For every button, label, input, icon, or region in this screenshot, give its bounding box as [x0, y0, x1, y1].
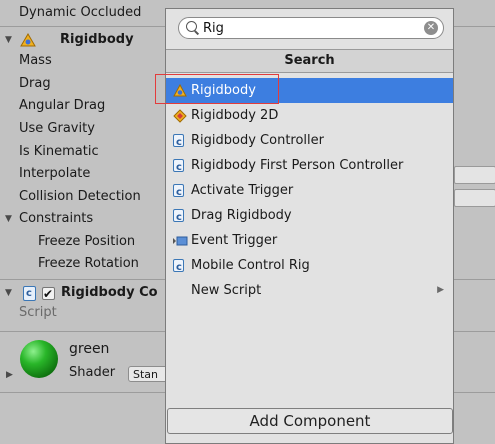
interpolate-dropdown[interactable] — [454, 166, 495, 184]
material-name: green — [69, 341, 110, 357]
result-item-rigidbody-controller[interactable]: Rigidbody Controller — [166, 128, 453, 155]
search-box[interactable]: ✕ — [178, 17, 444, 39]
fold-arrow-icon[interactable]: ▼ — [5, 29, 12, 51]
result-label: Rigidbody 2D — [191, 108, 279, 123]
search-icon — [186, 21, 197, 32]
popup-header: Search — [166, 49, 453, 73]
material-preview-sphere — [20, 340, 58, 378]
result-item-activate-trigger[interactable]: Activate Trigger — [166, 178, 453, 205]
submenu-arrow-icon: ▶ — [437, 285, 444, 295]
add-component-popup: ✕ Search Rigidbody Rigidbody 2D Rigidbod… — [165, 8, 454, 444]
result-label: Event Trigger — [191, 233, 278, 248]
script-icon — [173, 255, 184, 280]
result-label: Rigidbody First Person Controller — [191, 158, 404, 173]
component-enabled-checkbox[interactable] — [42, 283, 55, 305]
clear-search-icon[interactable]: ✕ — [424, 21, 438, 35]
script-icon — [173, 155, 184, 180]
freeze-rotation-label: Freeze Rotation — [38, 256, 139, 271]
collision-detection-dropdown[interactable] — [454, 189, 495, 207]
result-item-drag-rigidbody[interactable]: Drag Rigidbody — [166, 203, 453, 230]
event-trigger-icon — [173, 236, 188, 246]
fold-arrow-icon[interactable]: ▼ — [5, 208, 12, 230]
result-item-rigidbody-first-person-controller[interactable]: Rigidbody First Person Controller — [166, 153, 453, 180]
prop-mass-label: Mass — [19, 53, 52, 68]
prop-is-kinematic-label: Is Kinematic — [19, 144, 99, 159]
script-label: Script — [19, 305, 57, 320]
result-label: Activate Trigger — [191, 183, 294, 198]
prop-interpolate-label: Interpolate — [19, 166, 91, 181]
result-item-event-trigger[interactable]: Event Trigger — [166, 228, 453, 253]
rigidbody-title: Rigidbody — [60, 32, 134, 47]
result-item-new-script[interactable]: New Script ▶ — [166, 278, 453, 303]
rigidbody-controller-title: Rigidbody Co — [61, 285, 158, 300]
fold-arrow-right-icon[interactable]: ▶ — [6, 370, 13, 380]
script-icon — [173, 180, 184, 205]
shader-label: Shader — [69, 365, 116, 380]
result-item-mobile-control-rig[interactable]: Mobile Control Rig — [166, 253, 453, 280]
rigidbody-icon — [20, 33, 36, 47]
script-icon — [173, 205, 184, 230]
search-input[interactable] — [203, 19, 413, 37]
rigidbody-icon — [173, 84, 187, 97]
result-label: New Script — [191, 283, 262, 298]
result-label: Rigidbody — [191, 83, 256, 98]
prop-drag-label: Drag — [19, 76, 51, 91]
freeze-position-label: Freeze Position — [38, 234, 136, 249]
result-item-rigidbody-2d[interactable]: Rigidbody 2D — [166, 103, 453, 128]
script-icon — [173, 130, 184, 155]
result-label: Mobile Control Rig — [191, 258, 310, 273]
prop-collision-detection-label: Collision Detection — [19, 189, 141, 204]
result-label: Rigidbody Controller — [191, 133, 324, 148]
rigidbody2d-icon — [173, 109, 187, 123]
result-item-rigidbody[interactable]: Rigidbody — [166, 78, 453, 103]
prop-angular-drag-label: Angular Drag — [19, 98, 106, 113]
dynamic-occluded-label: Dynamic Occluded — [19, 5, 142, 20]
script-icon — [23, 283, 36, 305]
add-component-button[interactable]: Add Component — [167, 408, 453, 434]
fold-arrow-icon[interactable]: ▼ — [5, 282, 12, 304]
result-label: Drag Rigidbody — [191, 208, 292, 223]
constraints-label: Constraints — [19, 211, 94, 226]
prop-use-gravity-label: Use Gravity — [19, 121, 95, 136]
